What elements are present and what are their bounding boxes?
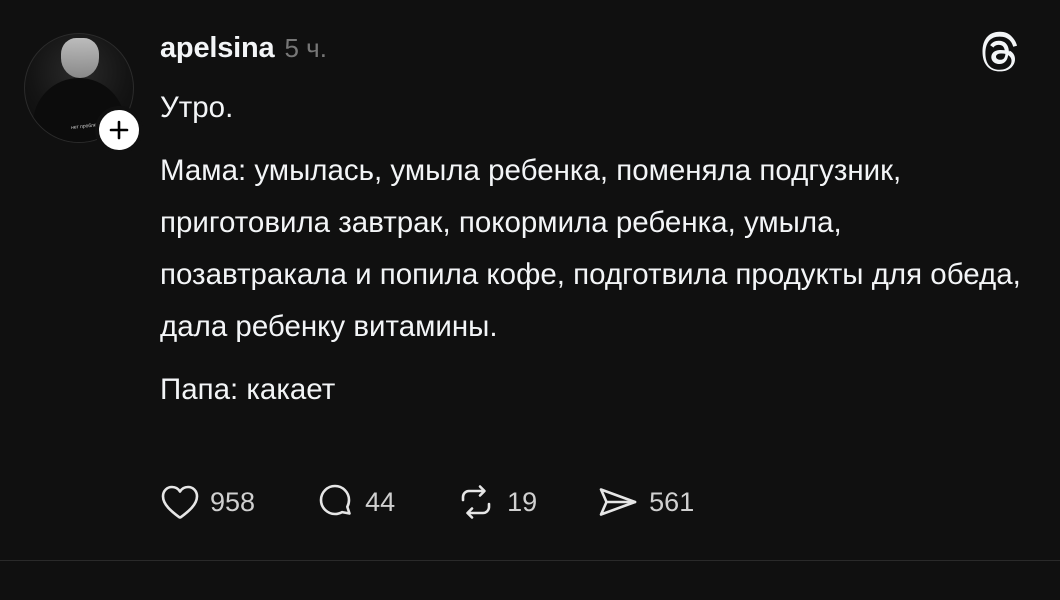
like-button[interactable]: 958 — [158, 480, 255, 524]
post-paragraph: Мама: умылась, умыла ребенка, поменяла п… — [160, 154, 1021, 343]
like-count: 958 — [210, 486, 256, 517]
post-divider — [0, 560, 1060, 561]
repost-button[interactable]: 19 — [453, 480, 537, 524]
comment-icon — [319, 484, 351, 516]
reply-button[interactable]: 44 — [313, 480, 395, 524]
threads-logo-icon[interactable] — [978, 30, 1024, 76]
post-paragraph: Папа: какает — [160, 373, 336, 406]
thread-post: нет проблем есть задачи apelsina 5 ч. Ут… — [0, 0, 1060, 561]
share-count: 561 — [649, 486, 695, 517]
share-button[interactable]: 561 — [595, 480, 694, 524]
post-body: Утро. Мама: умылась, умыла ребенка, поме… — [160, 82, 1030, 427]
post-header: apelsina 5 ч. — [160, 32, 327, 65]
reply-count: 44 — [365, 486, 396, 517]
username-link[interactable]: apelsina — [160, 32, 275, 65]
repost-count: 19 — [507, 486, 538, 517]
post-paragraph: Утро. — [160, 91, 234, 124]
plus-icon — [109, 120, 129, 140]
repost-icon — [461, 485, 491, 519]
avatar-container: нет проблем есть задачи — [24, 33, 143, 154]
post-actions: 958 44 19 561 — [158, 480, 752, 524]
follow-button[interactable] — [95, 106, 143, 154]
send-icon — [599, 488, 637, 516]
heart-icon — [161, 485, 199, 519]
post-time: 5 ч. — [284, 33, 327, 63]
avatar-face — [61, 38, 99, 78]
